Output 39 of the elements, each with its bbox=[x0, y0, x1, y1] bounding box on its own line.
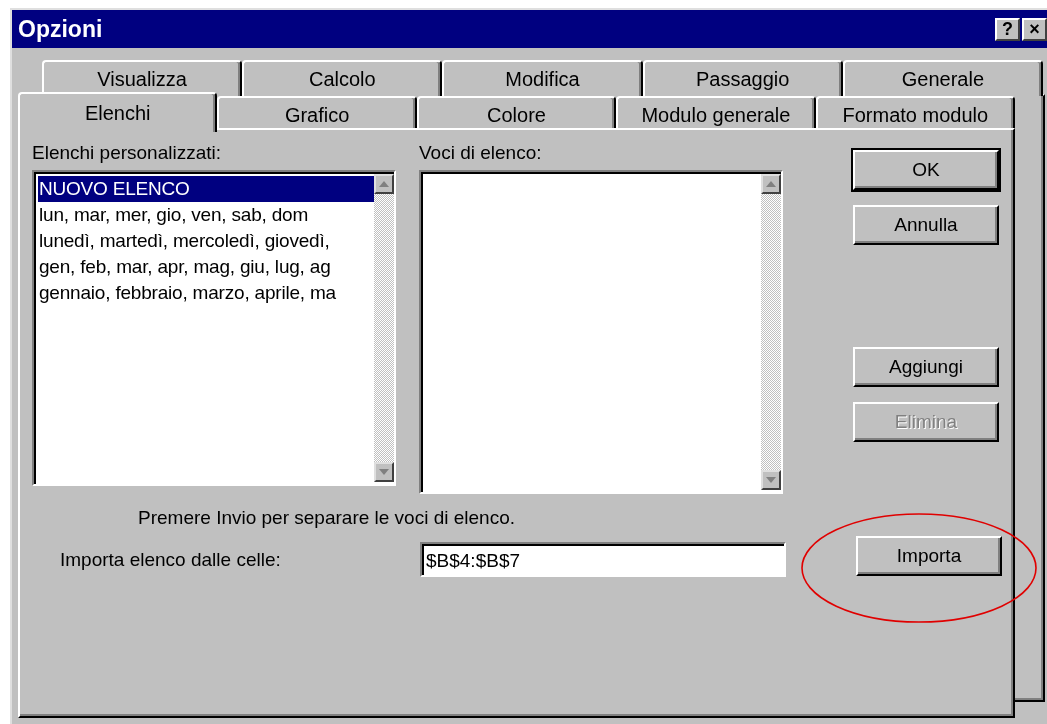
tab[interactable]: Colore bbox=[416, 96, 617, 128]
scroll-up-button[interactable] bbox=[761, 174, 781, 194]
tab[interactable]: Elenchi bbox=[18, 92, 218, 132]
tab[interactable]: Generale bbox=[842, 60, 1043, 96]
dialog-button[interactable]: Annulla bbox=[853, 205, 999, 245]
list-item[interactable]: gen, feb, mar, apr, mag, giu, lug, ag bbox=[38, 254, 374, 280]
list-item[interactable]: lunedì, martedì, mercoledì, giovedì, bbox=[38, 228, 374, 254]
scroll-up-button[interactable] bbox=[374, 174, 394, 194]
dialog-button[interactable]: Importa bbox=[856, 535, 1002, 576]
window-title: Opzioni bbox=[18, 15, 103, 43]
scroll-down-button[interactable] bbox=[761, 470, 781, 490]
list-label: Voci di elenco: bbox=[419, 142, 543, 164]
list-label: Elenchi personalizzati: bbox=[32, 142, 223, 164]
scroll-down-button[interactable] bbox=[374, 462, 394, 482]
close-button[interactable]: × bbox=[1022, 17, 1047, 41]
up-arrow-icon bbox=[766, 181, 776, 187]
tab[interactable]: Formato modulo bbox=[815, 96, 1016, 128]
tab[interactable]: Grafico bbox=[217, 96, 417, 128]
import-range-field[interactable]: $B$4:$B$7 bbox=[420, 542, 786, 577]
tab[interactable]: Modulo generale bbox=[616, 96, 816, 128]
down-arrow-icon bbox=[379, 469, 389, 475]
scroll-bar[interactable] bbox=[761, 174, 781, 490]
list-item[interactable]: gennaio, febbraio, marzo, aprile, ma bbox=[38, 280, 374, 306]
tab[interactable]: Passaggio bbox=[642, 60, 843, 96]
tab[interactable]: Calcolo bbox=[242, 60, 443, 96]
custom-lists-listbox[interactable]: NUOVO ELENCO lun, mar, mer, gio, ven, sab, dom lunedì, martedì, mercoledì, giovedì, gen, feb, mar, apr, mag, giu, lug, ag gennaio, febbraio, marzo, aprile, ma bbox=[32, 170, 396, 486]
list-item[interactable]: lun, mar, mer, gio, ven, sab, dom bbox=[38, 202, 374, 228]
list-item[interactable]: NUOVO ELENCO bbox=[38, 176, 374, 202]
dialog-button[interactable]: OK bbox=[853, 150, 999, 190]
hint-text: Premere Invio per separare le voci di elenco. bbox=[138, 506, 517, 530]
up-arrow-icon bbox=[379, 181, 389, 187]
tab[interactable]: Modifica bbox=[442, 60, 643, 96]
list-entries-listbox[interactable] bbox=[419, 170, 783, 494]
import-label: Importa elenco dalle celle: bbox=[60, 548, 282, 571]
tab[interactable]: Visualizza bbox=[42, 60, 243, 96]
scroll-bar[interactable] bbox=[374, 174, 394, 482]
help-button[interactable]: ? bbox=[995, 17, 1020, 41]
down-arrow-icon bbox=[766, 477, 776, 483]
dialog-button[interactable]: Aggiungi bbox=[853, 347, 999, 387]
